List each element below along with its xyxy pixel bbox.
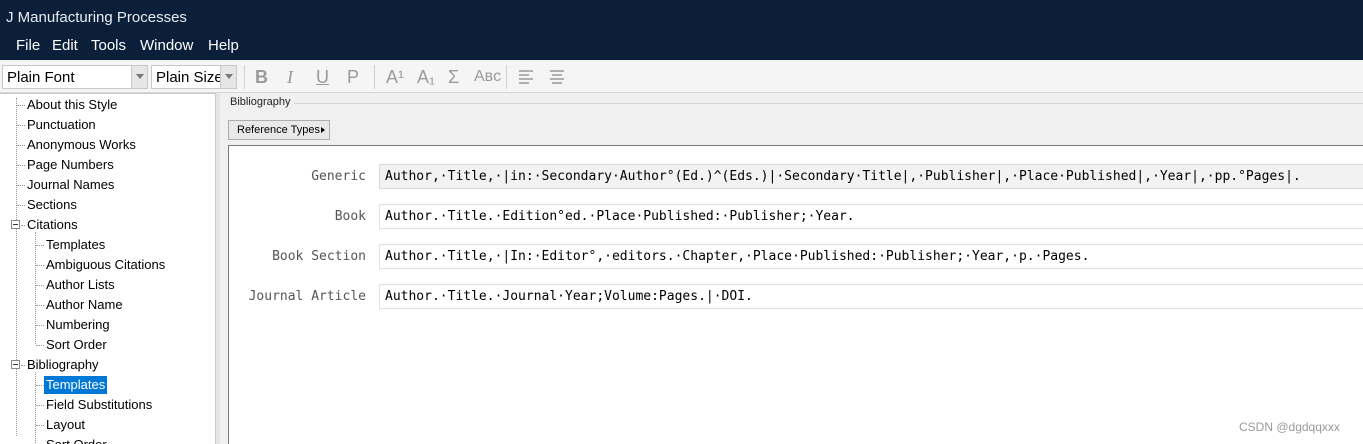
tree-item-author-name[interactable]: Author Name: [46, 296, 123, 314]
row-label-book: Book: [334, 209, 366, 224]
reference-types-button[interactable]: Reference Types: [228, 120, 330, 140]
font-select-value: Plain Font: [7, 69, 75, 86]
template-field-book-section[interactable]: Author.·Title,·|In:·Editor°,·editors.·Ch…: [379, 244, 1363, 269]
size-select[interactable]: Plain Size: [151, 65, 237, 89]
tree-item-field-substitutions[interactable]: Field Substitutions: [46, 396, 152, 414]
tree-item-bibliography-templates[interactable]: Templates: [44, 376, 108, 394]
chevron-down-icon[interactable]: [131, 66, 147, 88]
superscript-icon[interactable]: A¹: [386, 67, 404, 87]
row-label-book-section: Book Section: [272, 249, 366, 264]
italic-icon[interactable]: I: [287, 67, 293, 87]
menu-file[interactable]: File: [16, 37, 40, 54]
tree-item-ambiguous-citations[interactable]: Ambiguous Citations: [46, 256, 165, 274]
tree-item-anonymous-works[interactable]: Anonymous Works: [27, 136, 136, 154]
template-field-generic[interactable]: Author,·Title,·|in:·Secondary·Author°(Ed…: [379, 164, 1363, 189]
tree-item-journal-names[interactable]: Journal Names: [27, 176, 114, 194]
template-editor: Generic Author,·Title,·|in:·Secondary·Au…: [228, 145, 1363, 444]
tree-item-about[interactable]: About this Style: [27, 96, 117, 114]
template-field-book[interactable]: Author.·Title.·Edition°ed.·Place·Publish…: [379, 204, 1363, 229]
bibliography-templates-pane: Bibliography Reference Types Generic Aut…: [220, 93, 1363, 444]
row-label-journal-article: Journal Article: [248, 289, 366, 304]
tree-item-sections[interactable]: Sections: [27, 196, 77, 214]
menu-window[interactable]: Window: [140, 37, 193, 54]
tree-item-author-lists[interactable]: Author Lists: [46, 276, 115, 294]
tree-item-layout[interactable]: Layout: [46, 416, 85, 434]
collapse-bibliography-icon[interactable]: [11, 360, 20, 369]
bold-icon[interactable]: B: [255, 67, 268, 87]
subscript-icon[interactable]: A₁: [417, 67, 435, 87]
window-title: J Manufacturing Processes: [6, 9, 187, 26]
size-select-value: Plain Size: [156, 69, 223, 86]
toolbar-separator: [374, 65, 375, 89]
underline-icon[interactable]: U: [316, 67, 329, 87]
tree-item-bibliography[interactable]: Bibliography: [27, 356, 99, 374]
chevron-right-icon: [321, 127, 325, 133]
align-left-icon[interactable]: [518, 69, 534, 89]
smallcaps-icon[interactable]: Aʙᴄ: [474, 67, 501, 87]
tree-item-punctuation[interactable]: Punctuation: [27, 116, 96, 134]
menu-bar: File Edit Tools Window Help: [0, 36, 1363, 60]
tree-item-numbering[interactable]: Numbering: [46, 316, 110, 334]
tree-item-page-numbers[interactable]: Page Numbers: [27, 156, 114, 174]
chevron-down-icon[interactable]: [220, 66, 236, 88]
group-label: Bibliography: [230, 96, 294, 108]
watermark: CSDN @dgdqqxxx: [1239, 420, 1340, 434]
group-divider: [292, 103, 1363, 104]
tree-item-citations-sort-order[interactable]: Sort Order: [46, 336, 107, 354]
title-bar: J Manufacturing Processes: [0, 0, 1363, 36]
collapse-citations-icon[interactable]: [11, 220, 20, 229]
symbol-icon[interactable]: Σ: [448, 67, 459, 87]
plain-icon[interactable]: P: [347, 67, 359, 87]
toolbar-separator: [506, 65, 507, 89]
reference-types-label: Reference Types: [237, 124, 320, 136]
tree-item-citations-templates[interactable]: Templates: [46, 236, 105, 254]
align-center-icon[interactable]: [549, 69, 565, 89]
menu-help[interactable]: Help: [208, 37, 239, 54]
row-label-generic: Generic: [311, 169, 366, 184]
menu-edit[interactable]: Edit: [52, 37, 78, 54]
toolbar-separator: [244, 65, 245, 89]
menu-tools[interactable]: Tools: [91, 37, 126, 54]
template-field-journal-article[interactable]: Author.·Title.·Journal·Year;Volume:Pages…: [379, 284, 1363, 309]
font-select[interactable]: Plain Font: [2, 65, 148, 89]
tree-item-citations[interactable]: Citations: [27, 216, 78, 234]
format-toolbar: Plain Font Plain Size B I U P A¹ A₁ Σ Aʙ…: [0, 61, 1363, 93]
style-tree: About this Style Punctuation Anonymous W…: [0, 93, 216, 444]
tree-item-bibliography-sort-order[interactable]: Sort Order: [46, 436, 107, 444]
